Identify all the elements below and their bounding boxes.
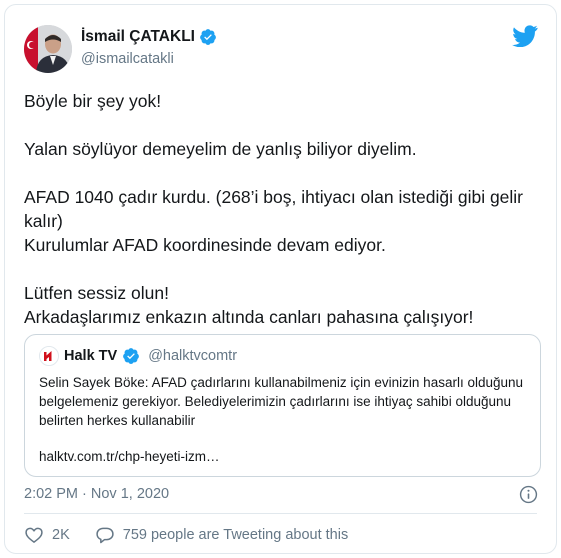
- tweet-embed-card: İsmail ÇATAKLI @ismailcatakli Böyle bir …: [4, 4, 557, 554]
- quoted-avatar: [39, 346, 59, 366]
- quoted-display-name: Halk TV: [64, 348, 118, 364]
- divider: [24, 513, 537, 514]
- twitter-logo-icon[interactable]: [512, 25, 538, 47]
- quoted-tweet-text: Selin Sayek Böke: AFAD çadırlarını kulla…: [39, 375, 524, 428]
- like-count: 2K: [52, 527, 70, 543]
- quoted-tweet-header: Halk TV @halktvcomtr: [39, 346, 237, 366]
- info-icon[interactable]: [519, 485, 538, 504]
- verified-icon: [200, 29, 216, 45]
- tweet-timestamp[interactable]: 2:02 PM · Nov 1, 2020: [24, 486, 169, 502]
- heart-icon: [25, 527, 43, 543]
- tweet-text: Böyle bir şey yok! Yalan söylüyor demeye…: [24, 91, 524, 327]
- conversation-text: 759 people are Tweeting about this: [122, 527, 349, 543]
- quoted-tweet[interactable]: Halk TV @halktvcomtr Selin Sayek Böke: A…: [24, 334, 541, 477]
- author-name-row[interactable]: İsmail ÇATAKLI: [81, 28, 217, 46]
- tweet-actions: 2K 759 people are Tweeting about this: [24, 525, 348, 545]
- quoted-tweet-link[interactable]: halktv.com.tr/chp-heyeti-izm…: [39, 449, 220, 464]
- verified-icon: [123, 348, 140, 364]
- avatar[interactable]: [24, 25, 72, 73]
- quoted-handle: @halktvcomtr: [148, 348, 238, 364]
- author-handle[interactable]: @ismailcatakli: [81, 51, 174, 67]
- reply-icon: [96, 527, 114, 544]
- like-action[interactable]: 2K: [24, 525, 70, 545]
- conversation-action[interactable]: 759 people are Tweeting about this: [95, 525, 348, 545]
- author-display-name[interactable]: İsmail ÇATAKLI: [81, 28, 195, 46]
